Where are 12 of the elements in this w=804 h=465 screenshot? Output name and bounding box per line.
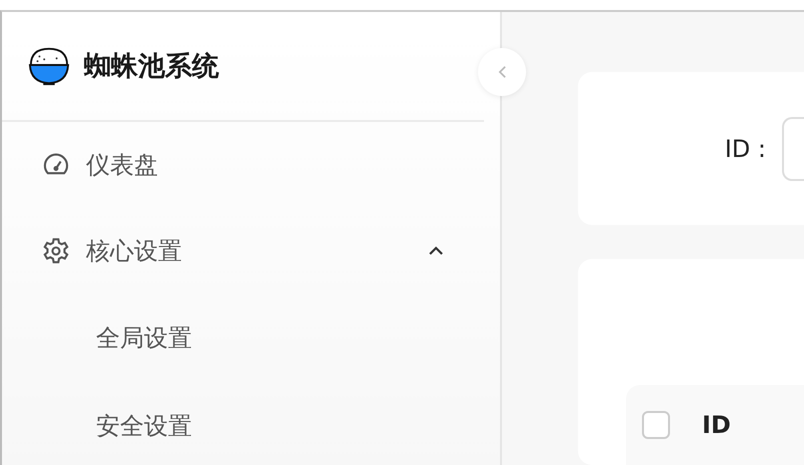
app-title: 蜘蛛池系统 — [84, 50, 219, 84]
sidebar-subitem[interactable]: 全局设置 — [2, 294, 500, 382]
sidebar-item[interactable]: 仪表盘 — [2, 122, 500, 208]
id-input-field[interactable] — [782, 116, 804, 180]
sidebar-subitem[interactable]: 安全设置 — [2, 382, 500, 465]
sidebar-item[interactable]: 核心设置 — [2, 208, 500, 294]
column-header[interactable]: ID — [702, 411, 731, 439]
chevron-left-icon — [498, 65, 506, 79]
gear-icon — [42, 237, 70, 265]
select-all-checkbox[interactable] — [642, 411, 670, 439]
rice-bowl-icon — [28, 45, 70, 87]
field-label: ID : — [724, 134, 766, 162]
